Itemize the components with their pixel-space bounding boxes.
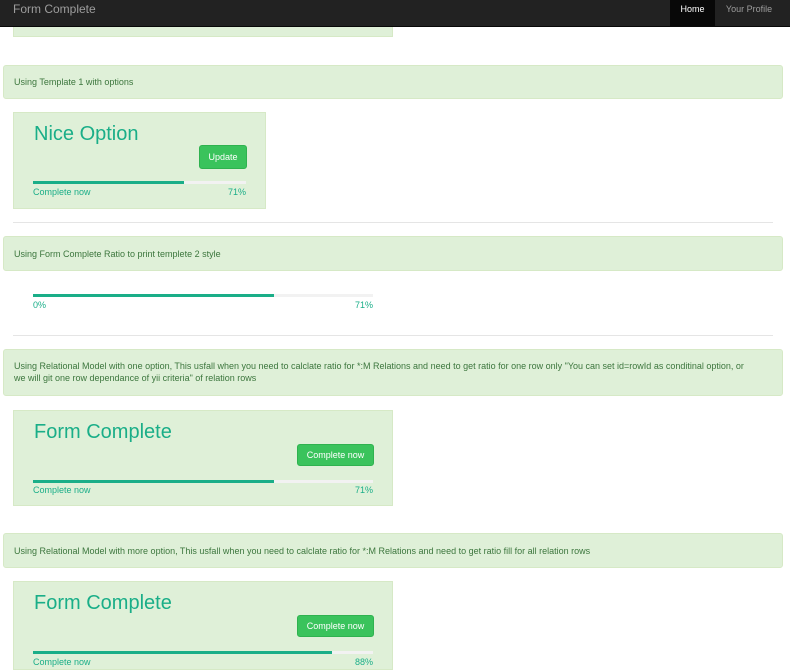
divider: [13, 335, 773, 336]
complete-now-link[interactable]: Complete now: [33, 657, 91, 667]
complete-now-link[interactable]: Complete now: [33, 187, 91, 197]
relational-one-alert: Using Relational Model with one option, …: [3, 349, 783, 396]
form-complete-widget: Form Complete Complete now Complete now …: [13, 410, 393, 506]
relational-one-alert-line1: Using Relational Model with one option, …: [14, 361, 744, 371]
template1-alert-text: Using Template 1 with options: [14, 77, 134, 87]
nav-home[interactable]: Home: [670, 0, 715, 26]
progress-percent: 71%: [227, 187, 246, 197]
relational-more-alert-text: Using Relational Model with more option,…: [14, 546, 591, 556]
complete-now-link[interactable]: Complete now: [33, 485, 91, 495]
ratio-progress-fill: [33, 294, 275, 297]
ratio-progress-bar: [33, 294, 373, 297]
ratio-alert-text: Using Form Complete Ratio to print templ…: [14, 249, 221, 259]
ratio-start-label: 0%: [33, 300, 47, 310]
template1-alert: Using Template 1 with options: [3, 65, 783, 99]
progress-bar: [33, 651, 373, 654]
progress-percent: 88%: [354, 657, 373, 667]
update-button[interactable]: Update: [199, 145, 247, 169]
form-complete-widget: Form Complete Complete now Complete now …: [13, 581, 393, 670]
top-navbar: Form Complete Home Your Profile: [0, 0, 790, 27]
nav-your-profile[interactable]: Your Profile: [718, 0, 780, 26]
widget-title: Form Complete: [34, 592, 172, 614]
ratio-alert: Using Form Complete Ratio to print templ…: [3, 236, 783, 271]
progress-bar: [33, 181, 246, 184]
relational-more-alert: Using Relational Model with more option,…: [3, 533, 783, 568]
progress-fill: [33, 480, 275, 483]
complete-now-button[interactable]: Complete now: [297, 615, 374, 637]
progress-fill: [33, 651, 333, 654]
ratio-end-label: 71%: [354, 300, 373, 310]
progress-percent: 71%: [354, 485, 373, 495]
progress-bar: [33, 480, 373, 483]
progress-fill: [33, 181, 185, 184]
relational-one-alert-line2: we will git one row dependance of yii cr…: [14, 373, 257, 383]
brand-link[interactable]: Form Complete: [13, 2, 96, 16]
previous-panel-bottom: [13, 27, 393, 37]
widget-title: Nice Option: [34, 123, 139, 145]
widget-title: Form Complete: [34, 421, 172, 443]
complete-now-button[interactable]: Complete now: [297, 444, 374, 466]
divider: [13, 222, 773, 223]
nice-option-widget: Nice Option Update Complete now 71%: [13, 112, 266, 209]
